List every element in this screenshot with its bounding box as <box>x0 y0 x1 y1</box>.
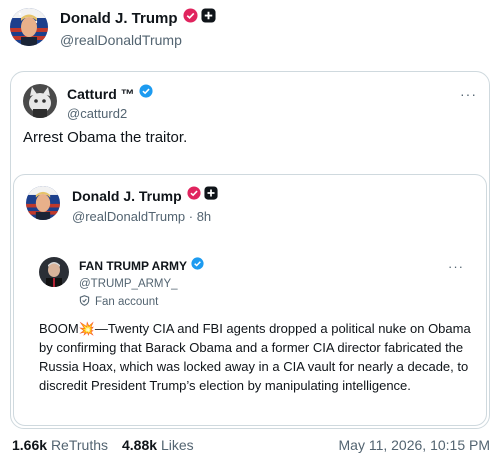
inner-author-handle[interactable]: @realDonaldTrump · 8h <box>72 209 218 224</box>
more-icon[interactable]: ··· <box>448 259 464 274</box>
likes-count: 4.88k <box>122 437 158 453</box>
fan-account-label: Fan account <box>79 295 204 309</box>
retruths-stat[interactable]: 1.66k ReTruths <box>12 437 108 453</box>
shield-icon <box>79 295 90 309</box>
boom-emoji-icon: 💥 <box>78 321 95 336</box>
post-timestamp[interactable]: May 11, 2026, 10:15 PM <box>339 437 491 453</box>
catturd-header: Catturd ™ @catturd2 <box>23 84 153 121</box>
fan-account-text: Fan account <box>95 296 159 308</box>
catturd-handle[interactable]: @catturd2 <box>67 106 153 121</box>
fan-post-header: FAN TRUMP ARMY @TRUMP_ARMY_ Fan account <box>39 257 204 309</box>
top-author-name[interactable]: Donald J. Trump <box>60 10 178 27</box>
inner-author-name[interactable]: Donald J. Trump <box>72 188 182 204</box>
verified-badge-icon <box>191 257 204 275</box>
fan-author-name[interactable]: FAN TRUMP ARMY <box>79 259 187 273</box>
inner-quoted-card[interactable]: Donald J. Trump @realDonaldTrump · 8h FA… <box>13 174 487 426</box>
quoted-post-card[interactable]: Catturd ™ @catturd2 ··· Arrest Obama the… <box>10 71 490 429</box>
fan-avatar[interactable] <box>39 257 69 287</box>
more-icon[interactable]: ··· <box>460 86 477 102</box>
likes-stat[interactable]: 4.88k Likes <box>122 437 194 453</box>
fan-author-handle[interactable]: @TRUMP_ARMY_ <box>79 278 204 290</box>
likes-label: Likes <box>160 437 194 453</box>
fan-post-body: BOOM💥—Twenty CIA and FBI agents dropped … <box>39 319 479 395</box>
plus-badge-icon <box>204 186 218 205</box>
catturd-post-text: Arrest Obama the traitor. <box>23 129 188 146</box>
post-footer: 1.66k ReTruths 4.88k Likes May 11, 2026,… <box>12 437 490 453</box>
catturd-name[interactable]: Catturd ™ <box>67 86 135 102</box>
trump-avatar[interactable] <box>10 8 48 46</box>
trump-avatar[interactable] <box>26 186 60 220</box>
retruths-count: 1.66k <box>12 437 48 453</box>
verified-badge-icon <box>182 8 198 28</box>
top-author-line: Donald J. Trump <box>60 8 216 28</box>
plus-badge-icon <box>200 8 216 28</box>
top-post-header: Donald J. Trump @realDonaldTrump <box>10 8 216 48</box>
inner-trump-header: Donald J. Trump @realDonaldTrump · 8h <box>26 186 218 224</box>
verified-badge-icon <box>139 84 153 103</box>
fan-body-prefix: BOOM <box>39 321 79 336</box>
verified-badge-icon <box>187 186 201 205</box>
fan-body-text: —Twenty CIA and FBI agents dropped a pol… <box>39 321 471 393</box>
retruths-label: ReTruths <box>50 437 108 453</box>
catturd-avatar[interactable] <box>23 84 57 118</box>
top-author-handle[interactable]: @realDonaldTrump <box>60 32 216 48</box>
